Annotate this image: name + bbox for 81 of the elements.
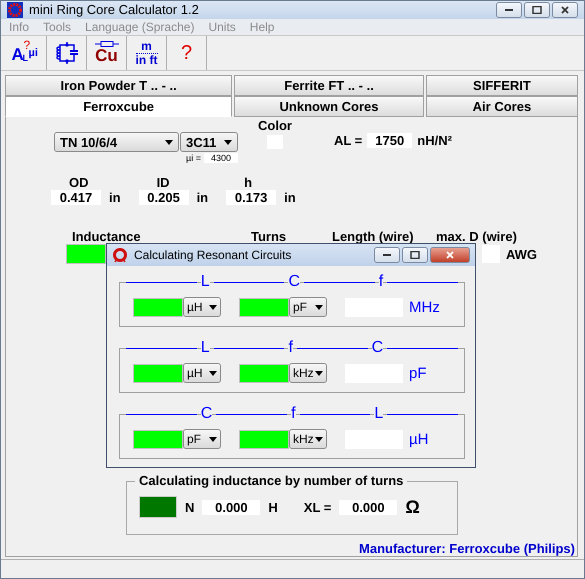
turns-unit: N xyxy=(185,500,194,515)
caret-icon xyxy=(315,370,323,376)
dimension-field[interactable]: 0.417 xyxy=(51,190,101,206)
close-icon xyxy=(445,251,455,259)
material-dropdown[interactable]: 3C11 xyxy=(180,132,238,152)
al-unit: nH/N² xyxy=(417,133,452,148)
unit-dropdown[interactable]: pF xyxy=(183,429,221,449)
inductance-field[interactable] xyxy=(66,244,106,264)
caret-icon xyxy=(209,370,217,376)
wire-button[interactable]: Cu xyxy=(87,36,127,70)
caret-icon xyxy=(209,436,217,442)
result-unit: pF xyxy=(409,364,427,382)
minimize-icon xyxy=(504,8,514,11)
awg-unit: AWG xyxy=(506,246,537,262)
resistor-icon xyxy=(94,41,118,48)
value-field[interactable] xyxy=(239,298,289,316)
dimension-label: OD xyxy=(69,175,88,190)
column-header: Length (wire) xyxy=(332,229,414,244)
dimension-unit: in xyxy=(196,190,208,206)
caret-icon xyxy=(224,140,232,145)
maximize-icon xyxy=(410,251,420,259)
close-icon xyxy=(560,6,570,14)
minimize-button[interactable] xyxy=(374,247,400,263)
close-button[interactable] xyxy=(552,2,578,18)
tab[interactable]: Ferrite FT .. - .. xyxy=(234,75,424,96)
units-button[interactable]: m in ft xyxy=(127,36,167,70)
xl-label: XL = xyxy=(304,500,332,515)
value-field[interactable] xyxy=(133,364,183,382)
unit-dropdown[interactable]: kHz xyxy=(289,363,327,383)
dimension-unit: in xyxy=(284,190,296,206)
tab[interactable]: SIFFERIT xyxy=(426,75,578,96)
manufacturer-label: Manufacturer: Ferroxcube (Philips) xyxy=(359,541,575,556)
window-title: mini Ring Core Calculator 1.2 xyxy=(29,2,200,18)
tab[interactable]: Ferroxcube xyxy=(5,96,232,118)
inductance-unit: H xyxy=(268,500,278,515)
maximize-button[interactable] xyxy=(524,2,550,18)
column-header: Inductance xyxy=(72,229,141,244)
dimension-field[interactable]: 0.205 xyxy=(138,190,189,206)
result-unit: µH xyxy=(409,430,428,448)
caret-icon xyxy=(315,436,323,442)
ohm-unit: Ω xyxy=(405,496,420,518)
help-button[interactable]: ? xyxy=(167,36,207,70)
minimize-icon xyxy=(382,254,392,256)
minimize-button[interactable] xyxy=(496,2,522,18)
value-field[interactable] xyxy=(133,430,183,448)
app-icon xyxy=(112,247,128,263)
al-field[interactable]: 1750 xyxy=(367,133,412,148)
tab[interactable]: Iron Powder T .. - .. xyxy=(5,75,232,96)
close-button[interactable] xyxy=(430,247,470,263)
group-title: Calculating inductance by number of turns xyxy=(135,473,408,488)
dialog-title: Calculating Resonant Circuits xyxy=(134,248,292,262)
unit-dropdown[interactable]: pF xyxy=(289,297,327,317)
maximize-icon xyxy=(532,6,542,14)
al-label: AL = xyxy=(334,133,362,148)
value-field[interactable] xyxy=(239,430,289,448)
core-type-dropdown[interactable]: TN 10/6/4 xyxy=(54,132,179,152)
column-header: Turns xyxy=(251,229,286,244)
reactance-result: 0.000 xyxy=(339,500,398,515)
turns-field[interactable] xyxy=(139,496,177,518)
app-icon xyxy=(7,2,23,18)
unit-dropdown[interactable]: µH xyxy=(183,297,221,317)
value-field[interactable] xyxy=(133,298,183,316)
caret-icon xyxy=(315,304,323,310)
unit-dropdown[interactable]: µH xyxy=(183,363,221,383)
mu-label: µi = xyxy=(186,152,201,163)
maximize-button[interactable] xyxy=(402,247,428,263)
value-field[interactable] xyxy=(239,364,289,382)
result-unit: MHz xyxy=(409,298,440,316)
mu-field: 4300 xyxy=(204,153,238,164)
caret-icon xyxy=(165,140,173,145)
column-header: max. D (wire) xyxy=(436,229,517,244)
dimension-unit: in xyxy=(109,190,121,206)
tab[interactable]: Air Cores xyxy=(426,96,578,118)
tab[interactable]: Unknown Cores xyxy=(234,96,424,118)
inductance-result: 0.000 xyxy=(202,500,260,515)
unit-dropdown[interactable]: kHz xyxy=(289,429,327,449)
caret-icon xyxy=(209,304,217,310)
color-label: Color xyxy=(258,118,292,134)
dimension-field[interactable]: 0.173 xyxy=(226,190,276,206)
dimension-label: ID xyxy=(156,175,170,190)
dimension-label: h xyxy=(244,175,252,190)
